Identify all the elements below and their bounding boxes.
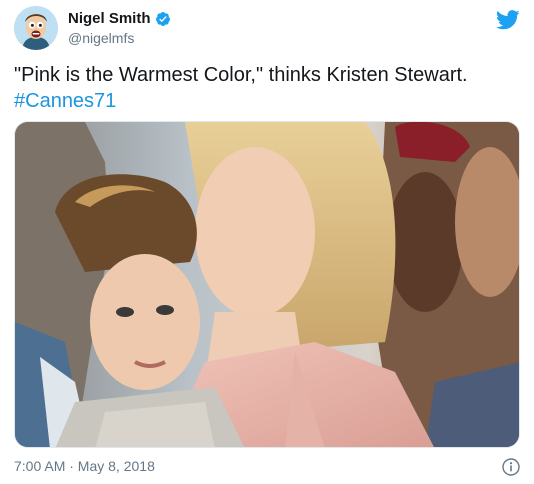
tweet-header: Nigel Smith @nigelmfs — [14, 6, 520, 50]
verified-badge-icon — [155, 11, 171, 27]
tweet-text: "Pink is the Warmest Color," thinks Kris… — [14, 64, 468, 86]
tweet-photo[interactable] — [14, 121, 520, 448]
cartoon-avatar-icon — [14, 6, 58, 50]
author-name-row: Nigel Smith — [68, 10, 171, 27]
author-avatar[interactable] — [14, 6, 58, 50]
author-info: Nigel Smith @nigelmfs — [68, 10, 171, 46]
hashtag-link[interactable]: #Cannes71 — [14, 88, 116, 114]
twitter-bird-icon[interactable] — [495, 10, 520, 30]
photo-image — [15, 122, 519, 447]
tweet-timestamp[interactable]: 7:00 AM · May 8, 2018 — [14, 458, 155, 474]
tweet-text-block: "Pink is the Warmest Color," thinks Kris… — [14, 62, 520, 114]
tweet-footer: 7:00 AM · May 8, 2018 — [14, 458, 520, 478]
author-display-name[interactable]: Nigel Smith — [68, 10, 151, 27]
info-icon[interactable] — [502, 458, 520, 476]
author-handle[interactable]: @nigelmfs — [68, 30, 171, 46]
embedded-tweet: Nigel Smith @nigelmfs "Pink is the Warme… — [0, 0, 534, 484]
